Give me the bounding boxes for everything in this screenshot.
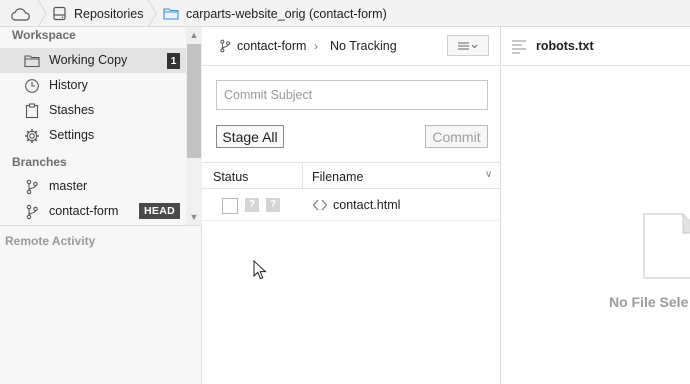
no-file-selected-message: No File Sele	[609, 294, 689, 310]
file-preview-panel: robots.txt No File Sele	[502, 27, 690, 384]
stage-checkbox[interactable]	[222, 198, 238, 214]
branch-icon	[26, 204, 38, 220]
column-divider[interactable]	[302, 163, 303, 189]
tracking-status[interactable]: No Tracking	[330, 39, 397, 53]
sidebar-item-stashes[interactable]: Stashes	[0, 98, 186, 123]
branches-section-title: Branches	[12, 155, 67, 169]
column-header-filename[interactable]: Filename	[312, 170, 363, 184]
sidebar-item-label: contact-form	[49, 204, 119, 218]
code-icon	[312, 199, 328, 211]
sidebar-item-label: Stashes	[49, 103, 95, 117]
folder-icon	[163, 8, 179, 20]
mouse-cursor-icon	[253, 260, 267, 280]
empty-document-icon	[643, 213, 690, 279]
app-window: Repositories carparts-website_orig (cont…	[0, 0, 690, 384]
change-count-badge: 1	[167, 53, 180, 69]
commit-subject-input[interactable]	[216, 80, 488, 110]
sidebar-divider	[0, 225, 201, 226]
sidebar-item-branch-contact-form[interactable]: contact-form HEAD	[0, 199, 186, 224]
stage-all-button[interactable]: Stage All	[216, 125, 284, 148]
sidebar-item-label: Settings	[49, 128, 95, 142]
options-menu-button[interactable]	[447, 35, 489, 56]
clock-icon	[25, 79, 39, 93]
text-file-icon	[512, 40, 526, 54]
breadcrumb: Repositories carparts-website_orig (cont…	[0, 0, 690, 27]
workspace-section-title: Workspace	[12, 28, 76, 42]
status-flag: ?	[266, 198, 280, 212]
sort-chevron-icon[interactable]: ∨	[485, 169, 492, 180]
current-branch-label[interactable]: contact-form	[237, 39, 306, 53]
commit-button[interactable]: Commit	[425, 125, 488, 148]
sidebar-item-branch-master[interactable]: master	[0, 174, 186, 199]
file-table-header: Status Filename ∨	[202, 162, 501, 189]
chevron-right-icon: ›	[314, 39, 318, 53]
breadcrumb-repositories-label: Repositories	[74, 6, 144, 21]
sidebar-item-label: Working Copy	[49, 53, 128, 67]
sidebar-item-label: History	[49, 78, 88, 92]
sidebar-scrollbar[interactable]: ▲ ▼	[186, 27, 202, 225]
breadcrumb-separator	[147, 0, 157, 27]
breadcrumb-repository[interactable]: carparts-website_orig (contact-form)	[160, 0, 387, 27]
scroll-up-arrow-icon[interactable]: ▲	[186, 27, 202, 43]
branch-icon	[26, 179, 38, 195]
sidebar-scroll-area: Workspace Working Copy 1 History Stashes…	[0, 27, 202, 225]
scroll-down-arrow-icon[interactable]: ▼	[186, 209, 202, 225]
column-header-status[interactable]: Status	[213, 170, 248, 184]
breadcrumb-repository-label: carparts-website_orig (contact-form)	[186, 6, 387, 21]
branch-icon	[220, 39, 231, 53]
remote-activity-title: Remote Activity	[5, 234, 96, 248]
status-flag: ?	[245, 198, 259, 212]
commit-panel-header: contact-form › No Tracking	[202, 27, 501, 66]
scrollbar-thumb[interactable]	[187, 44, 201, 158]
file-name: contact.html	[333, 198, 401, 212]
commit-panel: contact-form › No Tracking Stage All Com…	[202, 27, 501, 384]
sidebar: Workspace Working Copy 1 History Stashes…	[0, 27, 202, 384]
sidebar-item-working-copy[interactable]: Working Copy 1	[0, 48, 186, 73]
sidebar-item-label: master	[49, 179, 88, 193]
drive-icon	[53, 6, 66, 21]
breadcrumb-home[interactable]	[0, 0, 40, 27]
head-badge: HEAD	[139, 203, 180, 219]
folder-icon	[24, 55, 40, 68]
file-title: robots.txt	[536, 39, 594, 53]
breadcrumb-repositories[interactable]: Repositories	[40, 0, 143, 27]
file-preview-header: robots.txt	[502, 27, 690, 66]
table-row[interactable]: ? ? contact.html	[202, 190, 501, 221]
gear-icon	[25, 129, 39, 143]
cloud-icon	[11, 7, 30, 21]
sidebar-item-history[interactable]: History	[0, 73, 186, 98]
menu-icon	[458, 42, 478, 49]
clipboard-icon	[25, 103, 39, 119]
sidebar-item-settings[interactable]: Settings	[0, 123, 186, 148]
